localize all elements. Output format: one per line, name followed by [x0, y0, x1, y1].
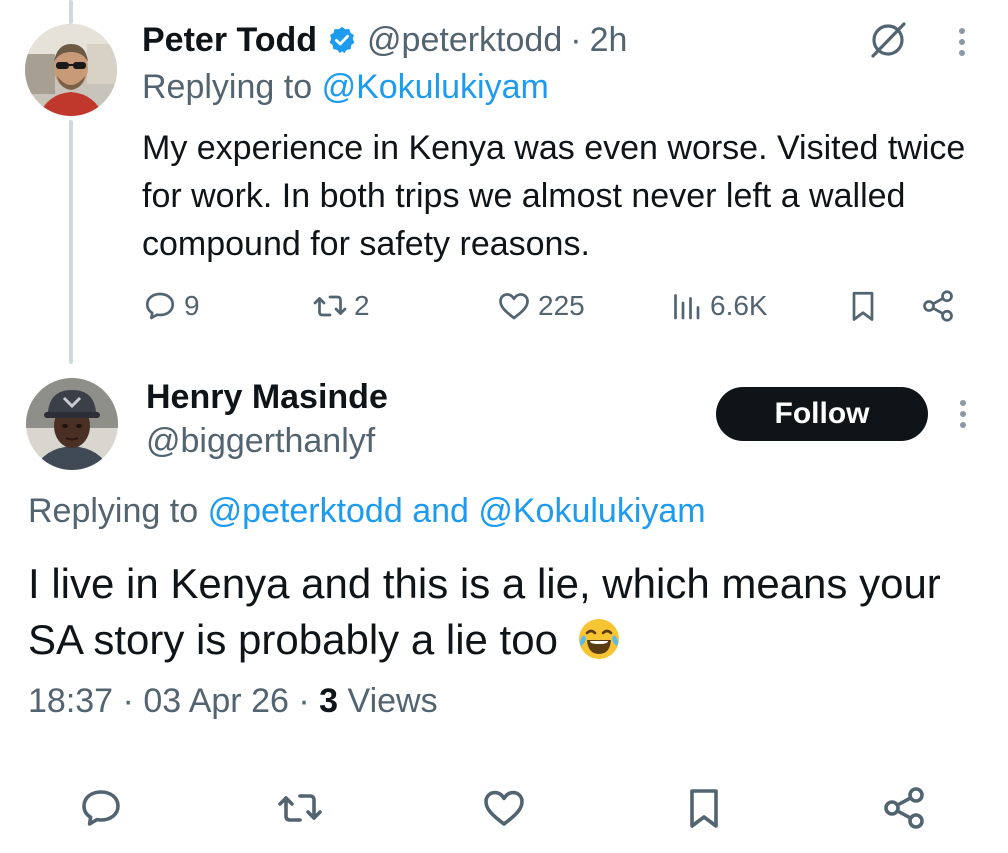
views-icon: [674, 294, 700, 320]
laughing-tears-emoji-icon: [576, 616, 622, 662]
retweet-button[interactable]: 2: [312, 282, 370, 330]
bookmark-icon: [690, 789, 718, 828]
replying-prefix: Replying to: [142, 68, 313, 106]
retweet-icon: [313, 295, 347, 317]
reply-icon: [145, 292, 175, 320]
tweet1-text: My experience in Kenya was even worse. V…: [142, 129, 966, 263]
share-button[interactable]: [880, 784, 928, 832]
bookmark-button[interactable]: [680, 784, 728, 832]
separator: ·: [570, 20, 582, 59]
bookmark-button[interactable]: [845, 282, 881, 330]
avatar-henry-masinde[interactable]: [26, 378, 118, 470]
tweet1-header: Peter Todd @peterktodd · 2h: [142, 18, 627, 62]
grok-icon[interactable]: [866, 18, 910, 62]
separator: ·: [298, 682, 310, 720]
reply-button[interactable]: [77, 784, 125, 832]
replying-to: Replying to @peterktodd and @Kokulukiyam: [28, 492, 706, 531]
thread-line: [69, 120, 73, 364]
timestamp[interactable]: 2h: [590, 21, 628, 60]
views-count[interactable]: 3: [319, 682, 338, 720]
retweet-button[interactable]: [276, 784, 324, 832]
tweet2-meta: 18:37 · 03 Apr 26 · 3 Views: [28, 682, 438, 721]
tweet2-text-content: I live in Kenya and this is a lie, which…: [28, 560, 941, 663]
avatar-peter-todd[interactable]: [25, 24, 117, 116]
share-button[interactable]: [920, 282, 956, 330]
separator: ·: [122, 682, 134, 720]
replying-to: Replying to @Kokulukiyam: [142, 68, 549, 107]
tweet-time: 18:37: [28, 682, 114, 720]
author-name[interactable]: Peter Todd: [142, 21, 317, 60]
retweet-icon: [278, 794, 322, 822]
author-handle[interactable]: @peterktodd: [367, 21, 562, 60]
like-button[interactable]: [480, 784, 528, 832]
share-icon: [884, 787, 924, 829]
replying-prefix: Replying to: [28, 492, 199, 530]
verified-badge-icon: [327, 25, 357, 55]
bookmark-icon: [852, 291, 874, 321]
follow-button[interactable]: Follow: [716, 387, 928, 441]
views-label[interactable]: Views: [348, 682, 438, 720]
reply-button[interactable]: 9: [142, 282, 200, 330]
reply-icon: [82, 790, 120, 826]
retweet-count: 2: [354, 290, 370, 321]
tweet-date: 03 Apr 26: [143, 682, 289, 720]
more-icon[interactable]: [953, 394, 973, 434]
tweet1-action-bar: 9 2 225 6.6K: [142, 282, 972, 330]
like-icon: [499, 293, 529, 320]
like-icon: [484, 790, 524, 826]
tweet2-text: I live in Kenya and this is a lie, which…: [28, 556, 988, 668]
more-icon[interactable]: [952, 22, 972, 62]
views-count: 6.6K: [710, 290, 768, 321]
reply-count: 9: [184, 290, 200, 321]
like-count: 225: [538, 290, 585, 321]
author-handle[interactable]: @biggerthanlyf: [146, 422, 375, 461]
tweet2-action-bar: [0, 770, 1008, 846]
mention-link[interactable]: @Kokulukiyam: [322, 68, 549, 106]
like-button[interactable]: 225: [496, 282, 585, 330]
thread-line-top: [69, 0, 73, 24]
views-button[interactable]: 6.6K: [668, 282, 768, 330]
author-name[interactable]: Henry Masinde: [146, 378, 388, 417]
share-icon: [923, 290, 953, 322]
mention-links[interactable]: @peterktodd and @Kokulukiyam: [208, 492, 706, 530]
